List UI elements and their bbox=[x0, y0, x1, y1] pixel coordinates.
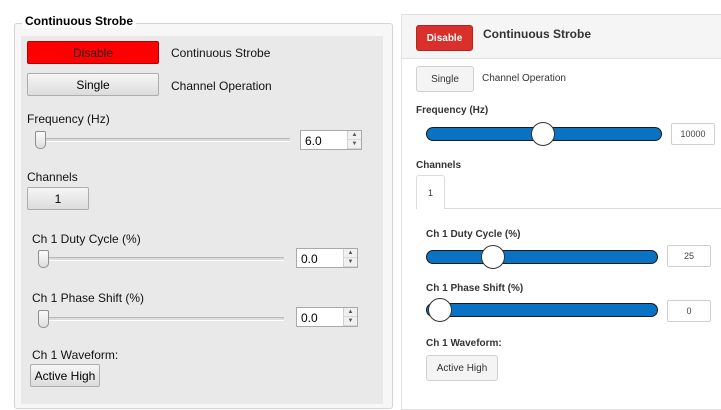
legacy-duty-cycle-value: 0.0 bbox=[301, 252, 318, 266]
modern-phase-shift-slider-thumb[interactable] bbox=[428, 298, 452, 322]
legacy-duty-cycle-spin-arrows[interactable]: ▲ ▼ bbox=[343, 249, 357, 267]
modern-phase-shift-value[interactable]: 0 bbox=[667, 300, 711, 322]
legacy-frequency-track[interactable] bbox=[38, 138, 290, 142]
legacy-group-title: Continuous Strobe bbox=[22, 14, 136, 28]
legacy-frequency-spinbox[interactable]: 6.0 ▲ ▼ bbox=[300, 130, 362, 150]
modern-duty-cycle-slider-thumb[interactable] bbox=[481, 245, 505, 269]
legacy-phase-shift-slider-thumb[interactable] bbox=[38, 310, 49, 328]
legacy-phase-shift-track[interactable] bbox=[42, 317, 284, 321]
modern-duty-cycle-value[interactable]: 25 bbox=[667, 245, 711, 267]
spin-up-icon[interactable]: ▲ bbox=[344, 249, 357, 258]
legacy-phase-shift-spinbox[interactable]: 0.0 ▲ ▼ bbox=[296, 307, 358, 327]
spin-down-icon[interactable]: ▼ bbox=[344, 317, 357, 326]
modern-tab-divider bbox=[445, 208, 721, 209]
legacy-duty-cycle-track[interactable] bbox=[42, 257, 284, 261]
legacy-duty-cycle-label: Ch 1 Duty Cycle (%) bbox=[32, 232, 141, 246]
spin-up-icon[interactable]: ▲ bbox=[344, 308, 357, 317]
legacy-frequency-slider-thumb[interactable] bbox=[35, 131, 46, 149]
modern-phase-shift-label: Ch 1 Phase Shift (%) bbox=[426, 283, 524, 294]
legacy-phase-shift-spin-arrows[interactable]: ▲ ▼ bbox=[343, 308, 357, 326]
modern-waveform-label: Ch 1 Waveform: bbox=[426, 338, 502, 349]
legacy-phase-shift-value: 0.0 bbox=[301, 311, 318, 325]
spin-down-icon[interactable]: ▼ bbox=[348, 140, 361, 149]
legacy-single-button[interactable]: Single bbox=[27, 73, 159, 96]
legacy-frequency-spin-arrows[interactable]: ▲ ▼ bbox=[347, 131, 361, 149]
modern-frequency-value[interactable]: 10000 bbox=[671, 123, 715, 145]
spin-up-icon[interactable]: ▲ bbox=[348, 131, 361, 140]
legacy-active-high-button[interactable]: Active High bbox=[30, 364, 100, 387]
modern-single-button[interactable]: Single bbox=[416, 66, 474, 92]
modern-channel-1-tab[interactable]: 1 bbox=[416, 175, 445, 209]
legacy-phase-shift-label: Ch 1 Phase Shift (%) bbox=[32, 291, 145, 305]
legacy-channel-1-button[interactable]: 1 bbox=[27, 187, 89, 210]
modern-channel-operation-label: Channel Operation bbox=[482, 73, 566, 84]
modern-phase-shift-track[interactable] bbox=[426, 303, 658, 317]
modern-frequency-label: Frequency (Hz) bbox=[416, 105, 489, 116]
legacy-frequency-label: Frequency (Hz) bbox=[27, 112, 110, 126]
legacy-waveform-label: Ch 1 Waveform: bbox=[32, 348, 119, 362]
legacy-channels-label: Channels bbox=[27, 170, 78, 184]
modern-frequency-slider-thumb[interactable] bbox=[531, 122, 555, 146]
legacy-strobe-label: Continuous Strobe bbox=[171, 46, 271, 60]
modern-panel-title: Continuous Strobe bbox=[483, 27, 591, 41]
legacy-channel-operation-label: Channel Operation bbox=[171, 79, 272, 93]
legacy-duty-cycle-slider-thumb[interactable] bbox=[38, 250, 49, 268]
modern-disable-button[interactable]: Disable bbox=[416, 25, 473, 51]
legacy-frequency-value: 6.0 bbox=[305, 134, 322, 148]
legacy-duty-cycle-spinbox[interactable]: 0.0 ▲ ▼ bbox=[296, 248, 358, 268]
spin-down-icon[interactable]: ▼ bbox=[344, 258, 357, 267]
modern-duty-cycle-label: Ch 1 Duty Cycle (%) bbox=[426, 229, 521, 240]
modern-active-high-button[interactable]: Active High bbox=[426, 355, 498, 381]
modern-channels-label: Channels bbox=[416, 160, 462, 171]
modern-duty-cycle-track[interactable] bbox=[426, 250, 658, 264]
legacy-disable-button[interactable]: Disable bbox=[27, 41, 159, 64]
